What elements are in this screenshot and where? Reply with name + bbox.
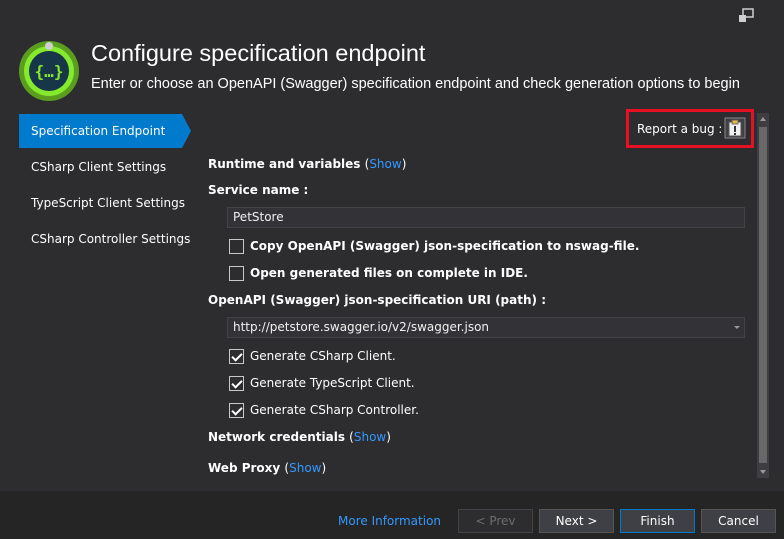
spec-uri-label: OpenAPI (Swagger) json-specification URI… <box>208 293 546 307</box>
nav-item-typescript-client-settings[interactable]: TypeScript Client Settings <box>0 186 192 220</box>
proxy-paren-close: ) <box>321 461 327 475</box>
network-credentials-text: Network credentials <box>208 430 345 444</box>
copy-spec-option[interactable]: Copy OpenAPI (Swagger) json-specificatio… <box>229 238 639 254</box>
more-information-link[interactable]: More Information <box>338 514 441 528</box>
prev-button[interactable]: < Prev <box>458 509 533 533</box>
open-files-label: Open generated files on complete in IDE. <box>250 266 528 280</box>
proxy-show-link[interactable]: Show <box>289 461 321 475</box>
report-bug-label: Report a bug : <box>637 122 723 136</box>
copy-spec-label: Copy OpenAPI (Swagger) json-specificatio… <box>250 239 640 253</box>
network-show-link[interactable]: Show <box>354 430 386 444</box>
page-subtitle: Enter or choose an OpenAPI (Swagger) spe… <box>91 76 740 92</box>
generate-csharp-client-option[interactable]: Generate CSharp Client. <box>229 348 396 364</box>
web-proxy-label: Web Proxy (Show) <box>208 461 326 475</box>
generate-csharp-controller-checkbox[interactable] <box>229 402 244 418</box>
runtime-paren-close: ) <box>401 157 407 171</box>
report-bug-highlight: Report a bug : <box>626 109 754 148</box>
generate-typescript-client-label: Generate TypeScript Client. <box>250 376 415 390</box>
sidebar-nav: Specification Endpoint CSharp Client Set… <box>0 114 192 258</box>
footer-bar: More Information < Prev Next > Finish Ca… <box>0 491 784 539</box>
next-button[interactable]: Next > <box>539 509 614 533</box>
svg-text:{…}: {…} <box>35 62 64 81</box>
generate-csharp-controller-label: Generate CSharp Controller. <box>250 403 419 417</box>
generate-typescript-client-option[interactable]: Generate TypeScript Client. <box>229 375 415 391</box>
report-bug-icon[interactable] <box>724 117 746 139</box>
open-files-option[interactable]: Open generated files on complete in IDE. <box>229 265 528 281</box>
scroll-thumb[interactable] <box>759 127 767 463</box>
generate-csharp-client-label: Generate CSharp Client. <box>250 349 396 363</box>
spec-uri-value: http://petstore.swagger.io/v2/swagger.js… <box>233 320 490 334</box>
scroll-down-arrow-icon[interactable] <box>760 470 766 474</box>
generate-csharp-controller-option[interactable]: Generate CSharp Controller. <box>229 402 419 418</box>
nav-item-csharp-controller-settings[interactable]: CSharp Controller Settings <box>0 222 192 256</box>
web-proxy-text: Web Proxy <box>208 461 281 475</box>
network-paren-close: ) <box>386 430 391 444</box>
swagger-logo-icon: {…} <box>19 41 79 101</box>
cancel-button[interactable]: Cancel <box>701 509 776 533</box>
service-name-label: Service name : <box>208 183 309 197</box>
copy-spec-checkbox[interactable] <box>229 238 244 254</box>
finish-button[interactable]: Finish <box>620 509 695 533</box>
open-files-checkbox[interactable] <box>229 265 244 281</box>
generate-typescript-client-checkbox[interactable] <box>229 375 244 391</box>
nav-item-specification-endpoint[interactable]: Specification Endpoint <box>19 114 191 148</box>
content-scrollbar[interactable] <box>757 113 769 478</box>
window-restore-icon[interactable] <box>738 8 754 24</box>
runtime-show-link[interactable]: Show <box>369 157 401 171</box>
spec-uri-combobox[interactable]: http://petstore.swagger.io/v2/swagger.js… <box>227 317 745 338</box>
generate-csharp-client-checkbox[interactable] <box>229 348 244 364</box>
runtime-variables-label: Runtime and variables (Show) <box>208 157 406 171</box>
nav-item-csharp-client-settings[interactable]: CSharp Client Settings <box>0 150 192 184</box>
runtime-variables-text: Runtime and variables <box>208 157 361 171</box>
chevron-down-icon[interactable] <box>734 326 740 329</box>
scroll-up-arrow-icon[interactable] <box>760 117 766 121</box>
page-title: Configure specification endpoint <box>91 40 426 66</box>
network-credentials-label: Network credentials (Show) <box>208 430 391 444</box>
service-name-input[interactable]: PetStore <box>227 207 745 228</box>
